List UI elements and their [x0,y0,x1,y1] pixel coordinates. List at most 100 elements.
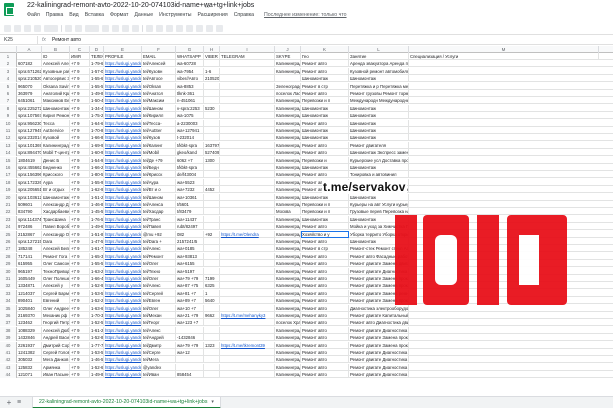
table-cell[interactable] [220,201,275,208]
table-cell[interactable]: 1-70-8 [90,127,104,134]
table-cell[interactable]: 1804619 [17,156,42,164]
table-cell[interactable]: https://uslugi.yandex.ru [104,141,142,149]
table-cell[interactable]: wa+5523 [176,178,204,186]
table-cell[interactable]: 1-51-8 [90,230,104,238]
table-cell[interactable]: https://uslugi.yandex.ru [104,319,142,327]
table-cell[interactable]: Калининград [275,304,301,312]
table-cell[interactable]: Павел Воробьев [42,223,70,231]
table-cell[interactable]: 615955 [17,260,42,268]
font-select[interactable] [85,25,99,32]
table-cell[interactable]: 1-49-8 [90,371,104,379]
row-number[interactable]: 10 [0,119,17,127]
table-cell[interactable]: Калининград [275,297,301,305]
table-cell[interactable]: 972486 [17,223,42,231]
table-cell[interactable] [17,53,42,60]
table-cell[interactable]: 9662 [204,312,220,319]
table-cell[interactable]: PROFILE [104,53,142,60]
table-cell[interactable] [220,60,275,68]
table-cell[interactable]: Калининград [275,230,301,238]
table-cell[interactable]: 1-55-9 [90,178,104,186]
table-cell[interactable]: tel/Автосе [142,75,176,83]
row-number[interactable]: 17 [0,171,17,179]
table-cell[interactable]: Крисского [42,171,70,179]
table-cell[interactable]: wa-8853 [176,82,204,90]
table-cell[interactable]: spra:20565115 [17,186,42,194]
column-header-d[interactable]: D [90,46,104,53]
table-cell[interactable]: tel/Хасдар [142,208,176,216]
table-cell[interactable] [204,112,220,120]
table-cell[interactable] [220,245,275,253]
table-cell[interactable]: tel/Крисск [142,171,176,179]
table-cell[interactable]: https://t.me/tkremont39 [220,341,275,349]
table-cell[interactable]: 1-49-8 [90,90,104,97]
table-cell[interactable]: Калининград [275,178,301,186]
row-number[interactable]: 29 [0,260,17,268]
chevron-down-icon[interactable]: ▾ [211,399,214,405]
table-cell[interactable]: spra:10136974 [17,141,42,149]
table-cell[interactable] [204,97,220,105]
table-cell[interactable]: tel/Дмитр [142,341,176,349]
table-cell[interactable]: t/kbkt-spra [176,141,204,149]
table-cell[interactable]: tel/Алекса [142,201,176,208]
table-cell[interactable]: tel/Ремонт [142,252,176,260]
merge-icon[interactable] [166,25,173,32]
table-cell[interactable]: +7 9 [70,371,90,379]
table-cell[interactable]: Шиномонтаж [301,164,349,171]
table-cell[interactable]: Евгений [42,297,70,305]
table-cell[interactable]: wa+87 +75 [176,282,204,290]
table-cell[interactable]: Калининград [275,171,301,179]
row-number[interactable]: 24 [0,223,17,231]
table-cell[interactable]: 1-63-6 [90,304,104,312]
table-cell[interactable]: wa+5197 [176,267,204,275]
table-cell[interactable]: +7 9 [70,193,90,201]
table-cell[interactable]: Перевозки и п [301,97,349,105]
row-number[interactable]: 37 [0,319,17,327]
table-cell[interactable]: 1-61-2 [90,326,104,334]
table-cell[interactable]: Механик рф [42,312,70,319]
strikethrough-icon[interactable] [122,25,129,32]
table-cell[interactable]: tel/Шином [142,104,176,112]
row-number[interactable]: 28 [0,252,17,260]
table-cell[interactable]: tel/Вт и о [142,186,176,194]
table-cell[interactable]: 965070 [17,82,42,90]
table-cell[interactable]: 2152867 [17,230,42,238]
table-cell[interactable]: +7 9 [70,67,90,75]
currency-icon[interactable] [65,25,72,32]
table-cell[interactable]: wa+123 +7 [176,319,204,327]
table-cell[interactable] [220,112,275,120]
table-cell[interactable] [204,326,220,334]
table-cell[interactable]: https://uslugi.yandex.ru [104,119,142,127]
table-cell[interactable]: 834790 [17,208,42,216]
table-cell[interactable]: ТЕЛЕФОН [90,53,104,60]
table-cell[interactable] [220,208,275,216]
table-cell[interactable]: SKYPE [275,53,301,60]
table-cell[interactable]: 185248 [17,245,42,253]
table-cell[interactable]: +7 9 [70,215,90,223]
table-cell[interactable]: https://uslugi.yandex.ru [104,223,142,231]
table-cell[interactable]: поселок Ласк [275,90,301,97]
column-header-b[interactable]: B [42,46,70,53]
table-cell[interactable]: +7 9 [70,319,90,327]
table-cell[interactable]: https://uslugi.yandex.ru [104,60,142,68]
table-cell[interactable]: +7 9 [70,60,90,68]
table-cell[interactable]: tel/Алексей [142,60,176,68]
table-cell[interactable]: Калининград [275,112,301,120]
table-cell[interactable]: t/kbkt-spra [176,164,204,171]
table-cell[interactable] [220,267,275,275]
table-cell[interactable]: +7 9 [70,90,90,97]
table-cell[interactable]: Ремонт авто [301,334,349,342]
table-cell[interactable]: Занятие [349,53,409,60]
row-number[interactable]: 42 [0,356,17,364]
menu-edit[interactable]: Правка [46,12,64,18]
sheet-tab[interactable]: 22-kaliningrad-remont-avto-2022-10-20-07… [32,396,222,408]
table-cell[interactable]: +7 9 [70,149,90,157]
table-cell[interactable]: Шиномонтаж [301,75,349,83]
table-cell[interactable]: 2261937 [17,341,42,349]
table-cell[interactable]: https://t.me/mehanyky3 [220,312,275,319]
table-cell[interactable] [220,82,275,90]
percent-icon[interactable] [75,25,82,32]
table-cell[interactable] [204,349,220,356]
table-cell[interactable] [204,127,220,134]
table-cell[interactable]: wa+89 +7 [176,297,204,305]
table-cell[interactable]: 1-65-3 [90,252,104,260]
